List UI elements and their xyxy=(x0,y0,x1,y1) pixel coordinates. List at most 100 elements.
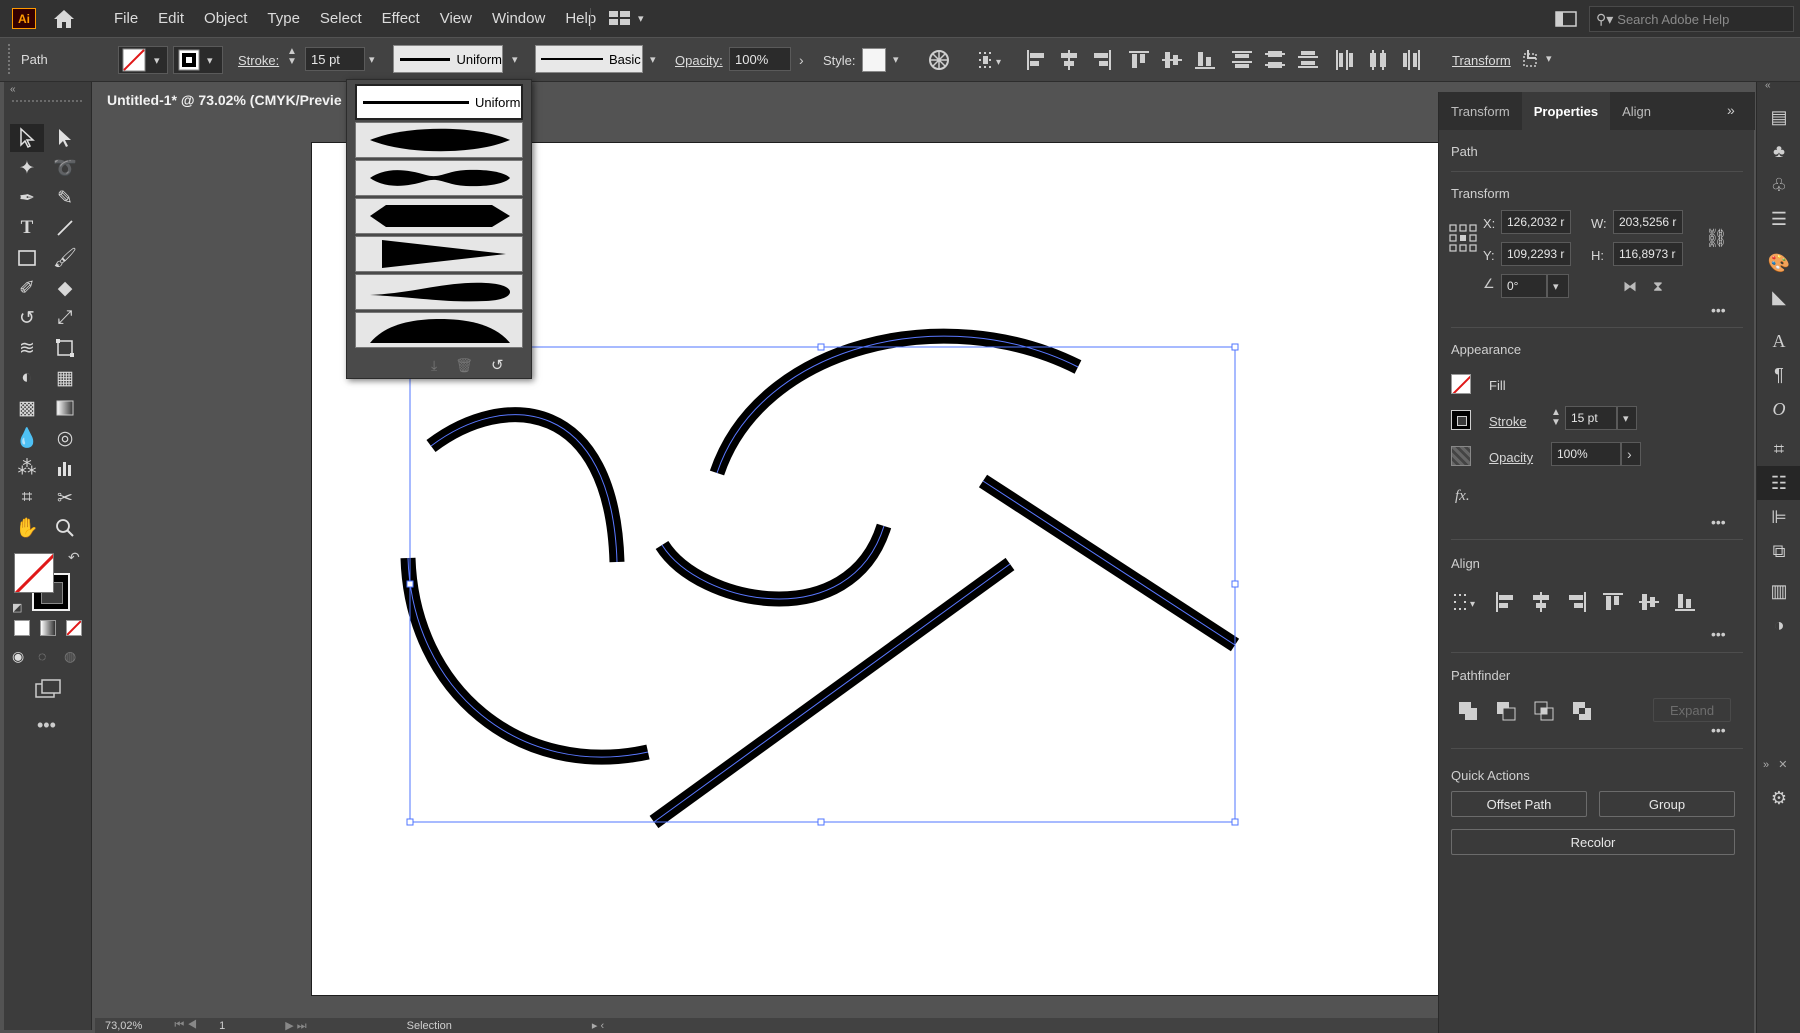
artwork-canvas xyxy=(400,328,1240,829)
panel-menu-icon[interactable]: » xyxy=(1727,102,1735,118)
minus-front-icon[interactable] xyxy=(1495,700,1517,722)
more-options-icon[interactable]: ••• xyxy=(1711,626,1726,642)
path-arc-upper-left[interactable] xyxy=(426,407,625,563)
settings-gear-icon[interactable]: ⚙ xyxy=(1757,781,1800,815)
w-input[interactable]: 203,5256 r xyxy=(1613,210,1683,234)
libraries-icon[interactable]: ▤ xyxy=(1757,100,1800,134)
reset-profiles-icon[interactable]: ↺ xyxy=(491,356,504,374)
variable-width-profile-dropdown: Uniform ⤓ 🗑 ↺ xyxy=(346,79,532,379)
opacity-input[interactable]: 100% xyxy=(1551,442,1621,466)
collapse-panel-icon[interactable]: « xyxy=(1765,80,1771,91)
properties-panel-icon[interactable]: ☷ xyxy=(1757,466,1800,500)
properties-panel: Transform Properties Align » Path Transf… xyxy=(1438,92,1755,1033)
tab-align[interactable]: Align xyxy=(1610,92,1663,130)
stroke-weight-dropdown-icon[interactable]: ▾ xyxy=(1617,406,1637,430)
stroke-swatch[interactable] xyxy=(1451,410,1471,430)
recolor-button[interactable]: Recolor xyxy=(1451,829,1735,855)
h-label: H: xyxy=(1591,248,1604,263)
align-bottom-icon[interactable] xyxy=(1673,590,1697,614)
align-right-icon[interactable] xyxy=(1565,590,1589,614)
flip-horizontal-icon[interactable]: ⧓ xyxy=(1623,278,1637,295)
object-type-label: Path xyxy=(1451,144,1478,159)
constrain-proportions-icon[interactable]: ⛓ xyxy=(1705,228,1728,249)
align-panel-icon[interactable]: ⊫ xyxy=(1757,500,1800,534)
more-options-icon[interactable]: ••• xyxy=(1711,514,1726,530)
opacity-slider-icon[interactable]: › xyxy=(1621,442,1641,466)
tab-transform[interactable]: Transform xyxy=(1439,92,1522,130)
divider xyxy=(1451,171,1743,172)
artboards-panel-icon[interactable]: ⌗ xyxy=(1757,432,1800,466)
more-options-icon[interactable]: ••• xyxy=(1711,302,1726,318)
rotate-dropdown-icon[interactable]: ▾ xyxy=(1547,274,1569,298)
profile-option-3[interactable] xyxy=(355,198,523,234)
y-input[interactable]: 109,2293 r xyxy=(1501,242,1571,266)
profile-option-6[interactable] xyxy=(355,312,523,348)
path-arc-lower-left[interactable] xyxy=(400,557,650,765)
stroke-panel-icon[interactable]: ☰ xyxy=(1757,202,1800,236)
artboard-number[interactable]: 1 xyxy=(219,1020,225,1032)
path-arc-middle[interactable] xyxy=(655,523,892,607)
fill-none-icon[interactable] xyxy=(1451,374,1471,394)
reference-point-icon[interactable] xyxy=(1449,224,1477,255)
add-to-profiles-icon[interactable]: ⤓ xyxy=(431,357,437,374)
search-box[interactable]: ⚲▾ Search Adobe Help xyxy=(1589,6,1794,32)
quick-actions-section-title: Quick Actions xyxy=(1451,768,1530,783)
symbols-icon[interactable]: ♣ xyxy=(1757,134,1800,168)
flip-vertical-icon[interactable]: ⧗ xyxy=(1653,278,1663,295)
panel-tabs: Transform Properties Align » xyxy=(1439,92,1755,130)
arrange-documents-icon[interactable] xyxy=(1555,10,1577,28)
align-horizontal-center-icon[interactable] xyxy=(1529,590,1553,614)
opacity-label[interactable]: Opacity xyxy=(1489,450,1533,465)
fx-icon[interactable]: fx. xyxy=(1455,488,1470,505)
align-to-icon[interactable]: ▾ xyxy=(1453,592,1483,612)
club-symbol-icon[interactable]: ♧ xyxy=(1757,168,1800,202)
intersect-icon[interactable] xyxy=(1533,700,1555,722)
profile-option-uniform[interactable]: Uniform xyxy=(355,84,523,120)
group-button[interactable]: Group xyxy=(1599,791,1735,817)
path-arc-top[interactable] xyxy=(709,328,1082,476)
status-menu-icon[interactable]: ▸ ‹ xyxy=(592,1019,604,1032)
stroke-weight-input[interactable]: 15 pt xyxy=(1565,406,1617,430)
color-panel-icon[interactable]: 🎨 xyxy=(1757,246,1800,280)
x-label: X: xyxy=(1483,216,1496,231)
fill-label[interactable]: Fill xyxy=(1489,378,1506,393)
profile-option-4[interactable] xyxy=(355,236,523,272)
profile-option-1[interactable] xyxy=(355,122,523,158)
chevron-down-icon[interactable]: ▾ xyxy=(1546,52,1552,65)
align-vertical-center-icon[interactable] xyxy=(1637,590,1661,614)
expand-dock-icon[interactable]: » ✕ xyxy=(1763,758,1788,771)
align-top-icon[interactable] xyxy=(1601,590,1625,614)
rotate-angle-icon: ∠ xyxy=(1483,276,1495,291)
more-options-icon[interactable]: ••• xyxy=(1711,722,1726,738)
exclude-icon[interactable] xyxy=(1571,700,1593,722)
align-left-icon[interactable] xyxy=(1493,590,1517,614)
offset-path-button[interactable]: Offset Path xyxy=(1451,791,1587,817)
transparency-panel-icon[interactable]: ◑ xyxy=(1757,608,1800,642)
transform-link[interactable]: Transform xyxy=(1452,53,1511,68)
rotate-input[interactable]: 0° xyxy=(1501,274,1547,298)
unite-icon[interactable] xyxy=(1457,700,1479,722)
artboard-next-icon[interactable]: ▶ ⏭ xyxy=(285,1019,306,1033)
artboard-navigation-icon[interactable]: ⏮ ◀ xyxy=(174,1019,197,1032)
delete-profile-icon[interactable]: 🗑 xyxy=(455,357,473,374)
character-panel-icon[interactable]: A xyxy=(1757,324,1800,358)
profile-option-5[interactable] xyxy=(355,274,523,310)
h-input[interactable]: 116,8973 r xyxy=(1613,242,1683,266)
status-mode[interactable]: Selection xyxy=(407,1020,452,1032)
stroke-stepper-icon[interactable]: ▲ ▼ xyxy=(1551,408,1561,428)
isolate-selected-icon[interactable] xyxy=(1520,50,1542,73)
x-input[interactable]: 126,2032 r xyxy=(1501,210,1571,234)
expand-button[interactable]: Expand xyxy=(1653,698,1731,722)
color-guide-icon[interactable]: ◣ xyxy=(1757,280,1800,314)
y-label: Y: xyxy=(1483,248,1495,263)
w-label: W: xyxy=(1591,216,1607,231)
pathfinder-panel-icon[interactable]: ⧉ xyxy=(1757,534,1800,568)
tab-properties[interactable]: Properties xyxy=(1521,92,1611,130)
profile-option-2[interactable] xyxy=(355,160,523,196)
gradient-panel-icon[interactable]: ▥ xyxy=(1757,574,1800,608)
opentype-panel-icon[interactable]: O xyxy=(1757,392,1800,426)
appearance-section-title: Appearance xyxy=(1451,342,1522,357)
stroke-label[interactable]: Stroke xyxy=(1489,414,1527,429)
paragraph-panel-icon[interactable]: ¶ xyxy=(1757,358,1800,392)
zoom-level[interactable]: 73,02% xyxy=(105,1020,142,1032)
